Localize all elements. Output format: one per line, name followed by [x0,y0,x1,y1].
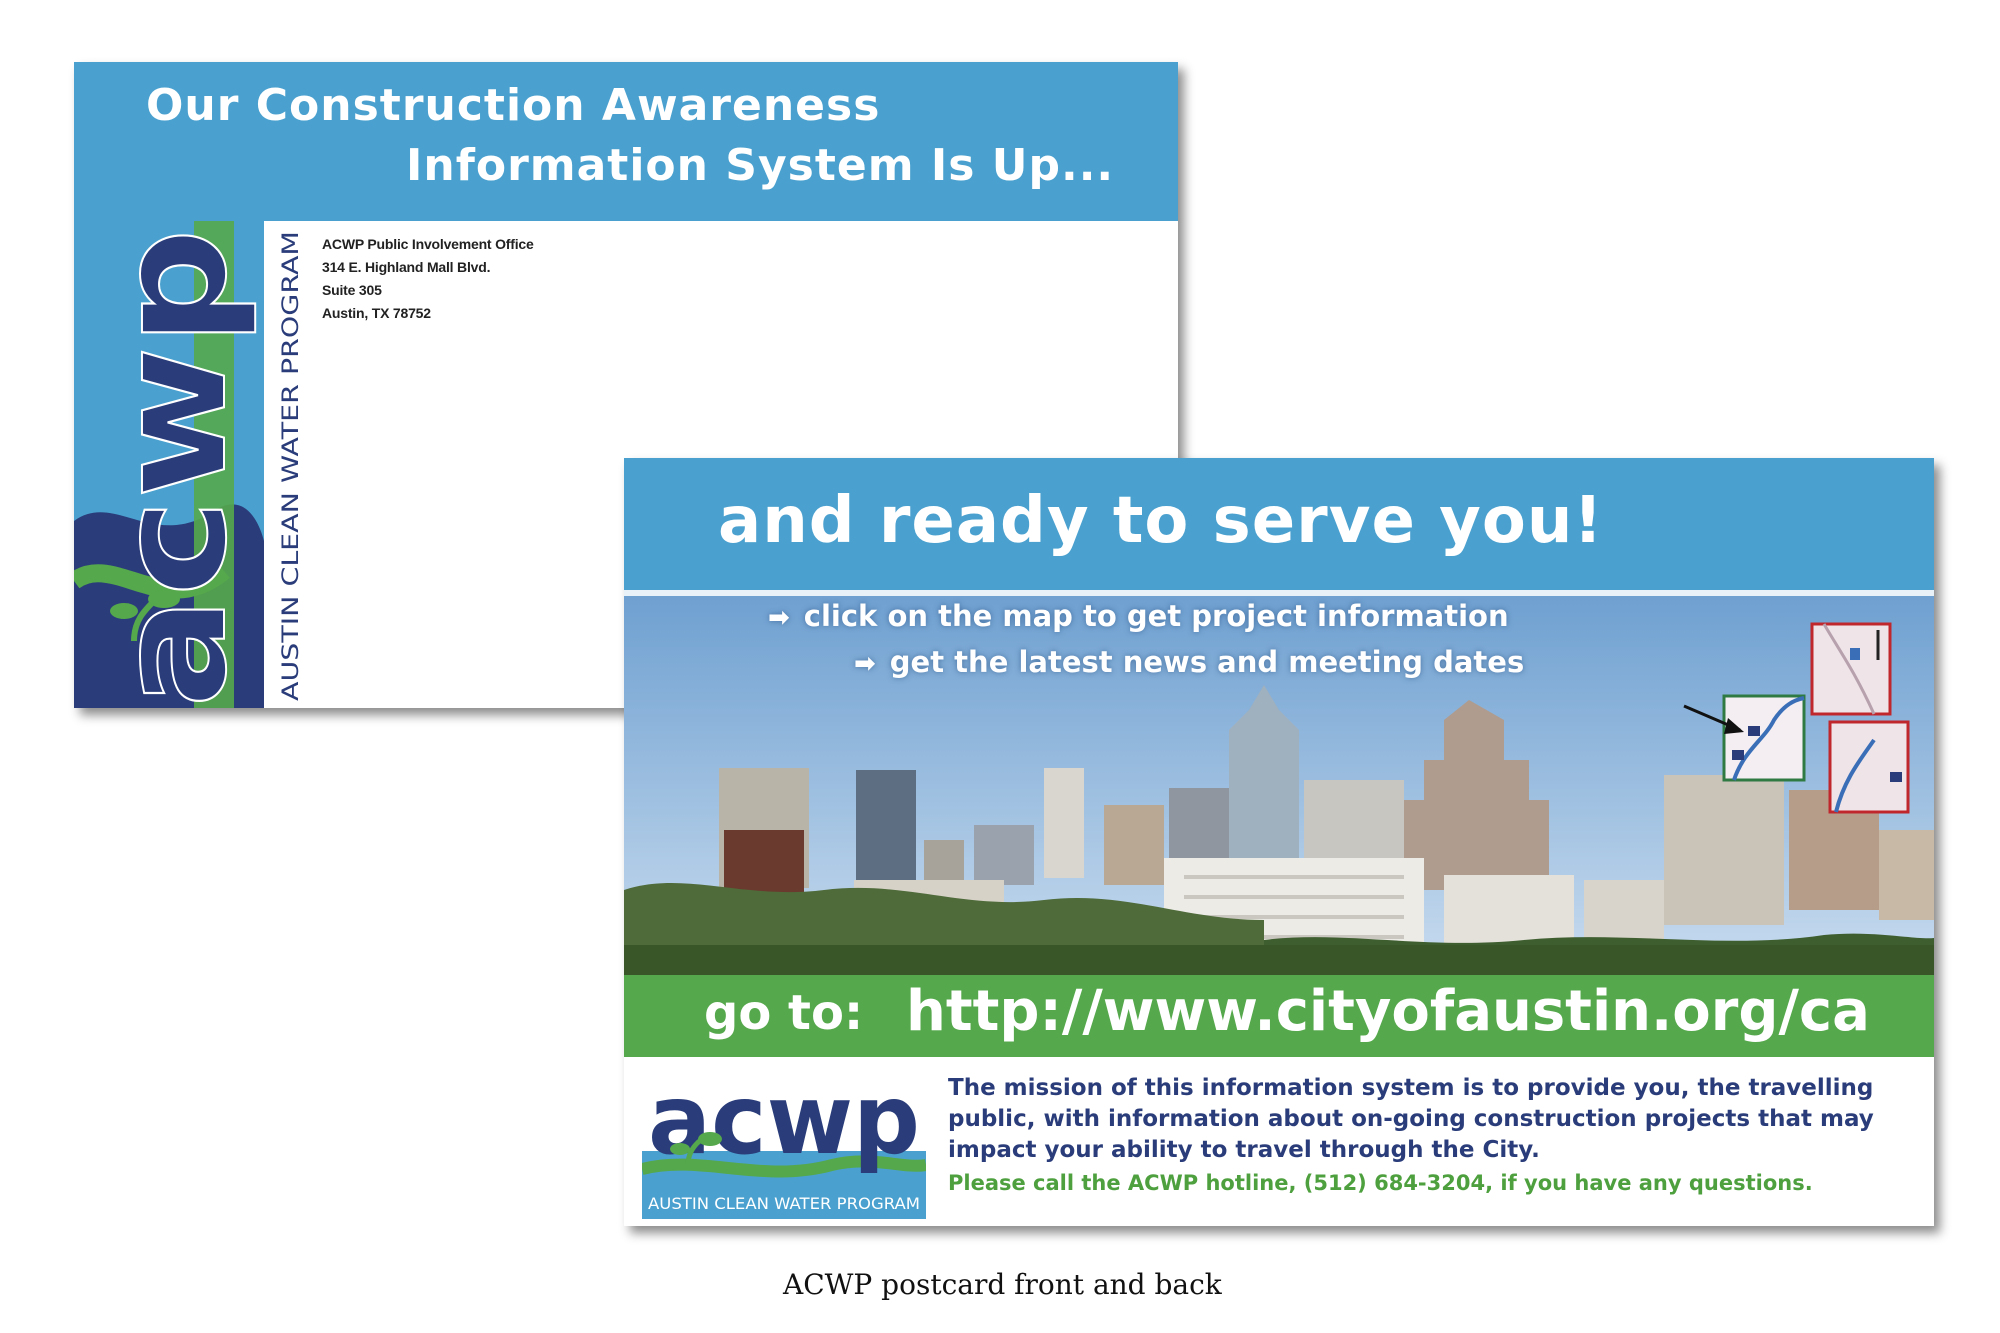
mission-statement: The mission of this information system i… [948,1075,1874,1163]
hotline-text: Please call the ACWP hotline, (512) 684-… [948,1171,1813,1195]
figure-caption: ACWP postcard front and back [783,1268,1222,1301]
address-line: Suite 305 [322,282,382,298]
address-line: 314 E. Highland Mall Blvd. [322,259,491,275]
address-line: ACWP Public Involvement Office [322,236,534,252]
acwp-logo: acwp AUSTIN CLEAN WATER PROGRAM [642,1069,926,1219]
goto-label: go to: [704,985,864,1041]
bullet-text: get the latest news and meeting dates [889,645,1525,679]
bullet-map-info: ➡ click on the map to get project informa… [768,599,1509,633]
front-title-line2: Information System Is Up... [406,140,1115,191]
front-logo-text: acwp [86,228,260,708]
map-thumbnail-icon [1722,694,1806,782]
acwp-vertical-logo: acwp AUSTIN CLEAN WATER PROGRAM [74,221,312,708]
back-headline: and ready to serve you! [718,484,1604,558]
goto-band: go to: http://www.cityofaustin.org/ca [624,975,1934,1057]
front-banner: Our Construction Awareness Information S… [74,62,1178,221]
bullet-text: click on the map to get project informat… [803,599,1509,633]
mailing-address: ACWP Public Involvement Office 314 E. Hi… [322,233,534,325]
arrow-right-icon: ➡ [768,603,790,633]
postcard-back: and ready to serve you! ➡ click on the m… [624,458,1934,1226]
front-title-line1: Our Construction Awareness [146,80,881,131]
website-url[interactable]: http://www.cityofaustin.org/ca [906,979,1870,1044]
bullet-news: ➡ get the latest news and meeting dates [854,645,1524,679]
arrow-right-icon: ➡ [854,649,876,679]
back-info-section: acwp AUSTIN CLEAN WATER PROGRAM The miss… [624,1057,1934,1226]
map-thumbnail-icon [1810,622,1892,716]
back-top-band: and ready to serve you! [624,458,1934,590]
back-logo-tagline: AUSTIN CLEAN WATER PROGRAM [648,1194,920,1213]
front-logo-tagline: AUSTIN CLEAN WATER PROGRAM [279,231,304,701]
map-thumbnail-icon [1828,720,1910,814]
address-line: Austin, TX 78752 [322,305,431,321]
